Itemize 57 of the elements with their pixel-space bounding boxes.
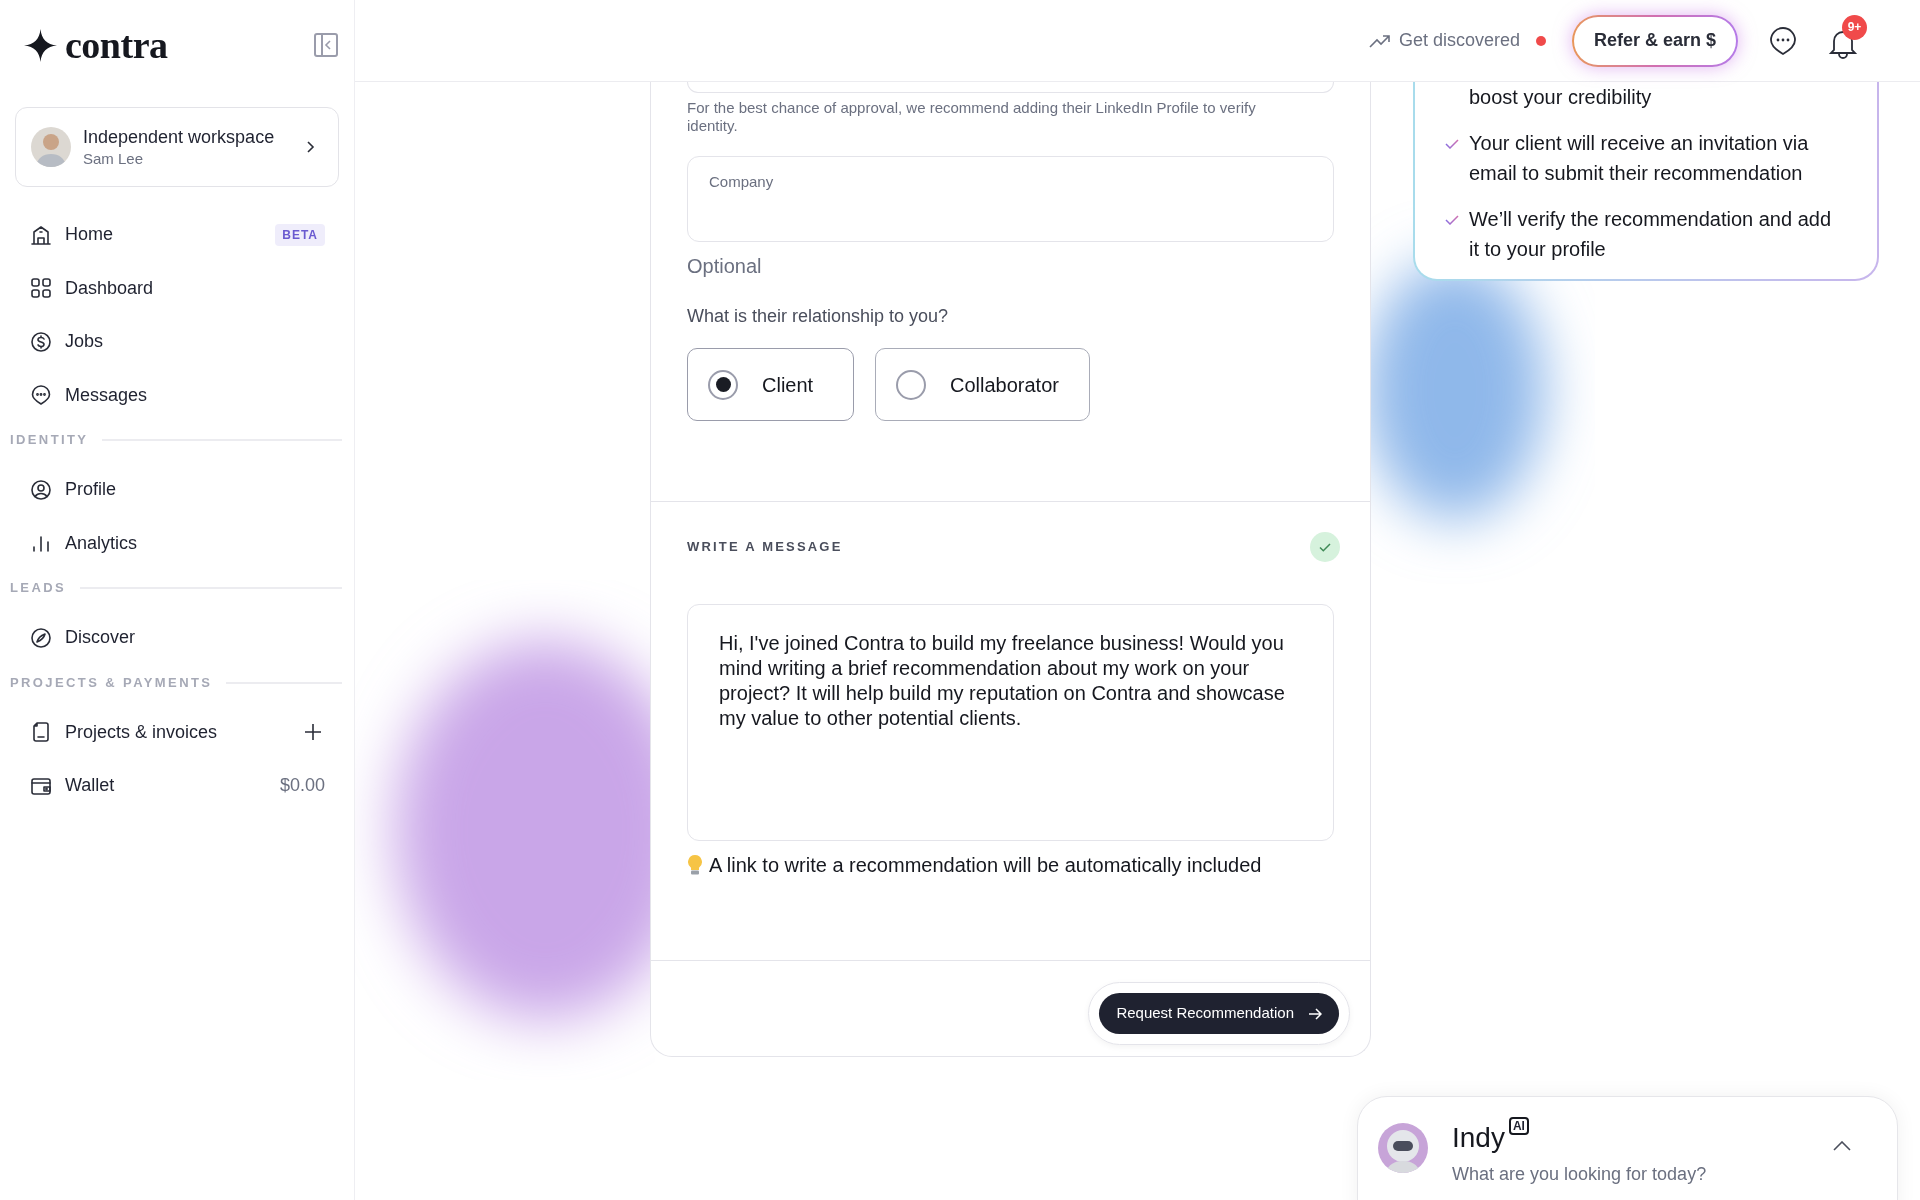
nav-item[interactable]: Messages <box>15 368 339 422</box>
nav-item[interactable]: Wallet $0.00 <box>15 759 339 813</box>
nav-item[interactable]: Discover <box>15 611 339 665</box>
message-field[interactable]: Hi, I've joined Contra to build my freelance business! Would you mind writing a brief recommendation about my work on your project? It will help build my reputation on Contra and showcase my value to other potential clients. <box>687 604 1334 841</box>
section-heading: IDENTITY <box>10 431 89 450</box>
step-text: We’ll verify the recommendation and add it to your profile <box>1469 207 1833 262</box>
workspace-user: Sam Lee <box>83 149 145 169</box>
avatar <box>31 127 71 167</box>
nav-item[interactable]: Dashboard <box>15 261 339 315</box>
beta-badge: BETA <box>275 223 325 246</box>
radio-option[interactable]: Collaborator <box>875 348 1090 421</box>
logo-text: contra <box>65 26 168 64</box>
get-discovered-link[interactable]: Get discovered <box>1368 27 1520 54</box>
radio-option[interactable]: Client <box>687 348 854 421</box>
expand-button[interactable] <box>1833 1141 1851 1151</box>
step-text: boost your credibility <box>1469 85 1652 110</box>
arrow-right-icon <box>1308 1007 1322 1020</box>
logo-star-icon <box>24 28 57 62</box>
section-heading: LEADS <box>10 579 67 598</box>
section-heading: WRITE A MESSAGE <box>687 538 843 557</box>
tip-text: A link to write a recommendation will be automatically included <box>709 853 1262 878</box>
chat-bubble-icon[interactable] <box>1768 24 1798 57</box>
nav-item[interactable]: Jobs <box>15 315 339 369</box>
step-text: Your client will receive an invitation via email to submit their recommendation <box>1469 131 1810 186</box>
ai-badge: AI <box>1508 1117 1529 1135</box>
wallet-balance: $0.00 <box>279 774 325 798</box>
plus-icon[interactable] <box>304 723 322 742</box>
check-icon <box>1445 215 1459 225</box>
check-icon <box>1445 139 1459 149</box>
question-text: What is their relationship to you? <box>687 305 950 328</box>
company-field[interactable]: Company <box>687 156 1334 242</box>
assistant-avatar <box>1378 1123 1428 1173</box>
light-bulb-icon <box>687 854 703 876</box>
hint-text: For the best chance of approval, we recommend adding their LinkedIn Profile to verify identity. <box>687 99 1257 135</box>
notification-badge: 9+ <box>1842 14 1867 40</box>
section-heading: PROJECTS & PAYMENTS <box>10 673 213 692</box>
grid-icon <box>29 276 53 301</box>
workspace-switcher[interactable]: Independent workspace Sam Lee <box>15 107 339 187</box>
compass-icon <box>29 625 53 650</box>
trending-up-icon <box>1368 33 1391 48</box>
assistant-prompt: What are you looking for today? <box>1452 1163 1708 1186</box>
nav-item[interactable]: Projects & invoices <box>15 705 339 759</box>
assistant-name: Indy <box>1452 1123 1505 1153</box>
chevron-right-icon <box>306 140 315 154</box>
request-recommendation-button[interactable]: Request Recommendation <box>1099 993 1339 1034</box>
user-circle-icon <box>29 477 53 502</box>
chat-bubble-icon <box>29 383 53 408</box>
chevron-left-icon <box>324 40 332 50</box>
refer-button[interactable]: Refer & earn $ <box>1573 16 1736 65</box>
dollar-coin-icon <box>29 329 53 354</box>
nav-item[interactable]: Analytics <box>15 516 339 570</box>
workspace-title: Independent workspace <box>83 126 276 149</box>
collapse-sidebar-button[interactable] <box>314 33 338 57</box>
optional-note: Optional <box>687 254 763 279</box>
nav-item[interactable]: Home BETA <box>15 208 339 262</box>
notifications-button[interactable]: 9+ <box>1828 14 1868 59</box>
nav-item[interactable]: Profile <box>15 463 339 517</box>
